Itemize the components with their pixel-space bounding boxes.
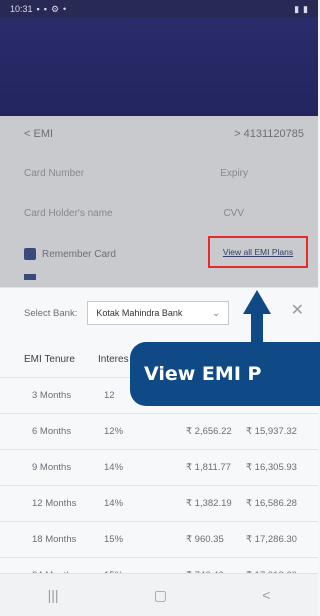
table-row: 18 Months 15% ₹ 960.35 ₹ 17,286.30	[0, 522, 318, 558]
holder-row: Card Holder's name CVV	[24, 208, 304, 219]
back-icon[interactable]: <	[262, 587, 270, 603]
emi-cell: ₹ 2,656.22	[186, 426, 232, 437]
remember-card[interactable]: Remember Card	[24, 248, 116, 260]
interest-header: Interes	[98, 354, 129, 365]
recent-apps-icon[interactable]: |||	[48, 587, 59, 603]
tenure-cell: 18 Months	[32, 534, 77, 545]
cvv-field[interactable]: CVV	[223, 208, 304, 219]
back-link[interactable]: < EMI	[24, 128, 53, 140]
total-cell: ₹ 16,305.93	[246, 462, 297, 473]
header-banner	[0, 18, 318, 116]
table-row: 9 Months 14% ₹ 1,811.77 ₹ 16,305.93	[0, 450, 318, 486]
interest-cell: 12	[104, 390, 115, 401]
tenure-header: EMI Tenure	[24, 354, 75, 365]
interest-cell: 14%	[104, 462, 124, 473]
battery-icon: ▮	[303, 3, 308, 14]
tenure-cell: 9 Months	[32, 462, 72, 473]
table-row: 12 Months 14% ₹ 1,382.19 ₹ 16,586.28	[0, 486, 318, 522]
status-time: 10:31	[10, 4, 33, 14]
card-number-field[interactable]: Card Number	[24, 168, 84, 179]
status-left: 10:31 ▪ ▪ ⚙ •	[10, 4, 66, 15]
form-header: < EMI > 4131120785	[24, 128, 304, 140]
callout-bubble: View EMI P	[130, 342, 320, 406]
checkbox-icon[interactable]	[24, 248, 36, 260]
expiry-field[interactable]: Expiry	[220, 168, 304, 179]
selected-bank: Kotak Mahindra Bank	[96, 308, 183, 318]
tenure-cell: 12 Months	[32, 498, 77, 509]
total-cell: ₹ 15,937.32	[246, 426, 297, 437]
status-right: ▮ ▮	[294, 4, 308, 15]
nav-bar: ||| ▢ <	[0, 573, 318, 616]
message-icon: ▪	[36, 4, 40, 14]
chevron-down-icon: ⌄	[211, 307, 221, 319]
remember-label: Remember Card	[42, 248, 116, 260]
interest-cell: 15%	[104, 534, 124, 545]
view-emi-plans-link[interactable]: View all EMI Plans	[208, 236, 308, 268]
total-cell: ₹ 16,586.28	[246, 498, 297, 509]
home-icon[interactable]: ▢	[154, 587, 167, 604]
tenure-cell: 3 Months	[32, 390, 72, 401]
order-id: > 4131120785	[234, 128, 304, 140]
card-row: Card Number Expiry	[24, 168, 304, 179]
interest-cell: 14%	[104, 498, 124, 509]
status-bar: 10:31 ▪ ▪ ⚙ • ▮ ▮	[0, 0, 318, 18]
table-row: 6 Months 12% ₹ 2,656.22 ₹ 15,937.32	[0, 414, 318, 450]
close-icon[interactable]: ✕	[291, 300, 304, 320]
emi-cell: ₹ 1,811.77	[186, 462, 231, 473]
card-holder-field[interactable]: Card Holder's name	[24, 208, 113, 219]
interest-cell: 12%	[104, 426, 124, 437]
bank-dropdown[interactable]: Kotak Mahindra Bank ⌄	[87, 301, 230, 325]
callout-pointer	[243, 290, 271, 346]
emi-cell: ₹ 1,382.19	[186, 498, 232, 509]
gallery-icon: ▪	[43, 4, 47, 14]
signal-icon: ▮	[294, 3, 300, 14]
tenure-cell: 6 Months	[32, 426, 72, 437]
total-cell: ₹ 17,286.30	[246, 534, 297, 545]
select-bank-label: Select Bank:	[24, 307, 78, 319]
checkbox-icon[interactable]	[24, 274, 36, 280]
emi-cell: ₹ 960.35	[186, 534, 224, 545]
dot-icon: •	[63, 4, 67, 14]
settings-icon: ⚙	[50, 3, 60, 14]
